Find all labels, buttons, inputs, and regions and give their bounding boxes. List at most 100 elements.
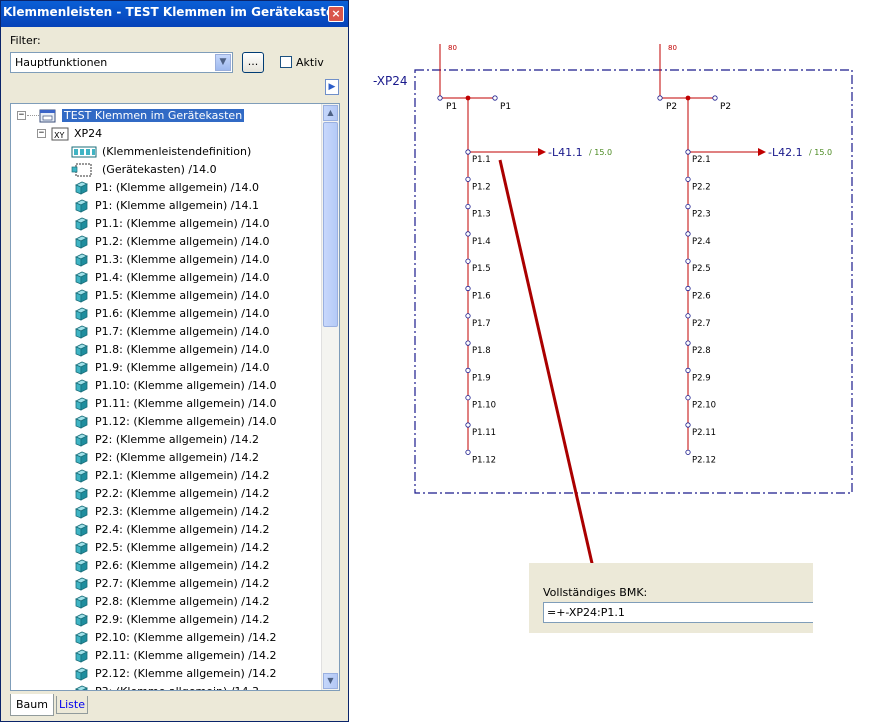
scroll-up-button[interactable]: ▲: [323, 105, 338, 121]
tree-row[interactable]: P1.7: (Klemme allgemein) /14.0: [11, 323, 323, 341]
tree-row[interactable]: − TEST Klemmen im Gerätekasten: [11, 107, 323, 125]
tree-row[interactable]: P1.10: (Klemme allgemein) /14.0: [11, 377, 323, 395]
tree-row[interactable]: P2.1: (Klemme allgemein) /14.2: [11, 467, 323, 485]
terminal-strips-window: Klemmenleisten - TEST Klemmen im Gerätek…: [0, 0, 349, 722]
tree-row[interactable]: P2.9: (Klemme allgemein) /14.2: [11, 611, 323, 629]
terminal-icon: [73, 288, 89, 304]
tree-row[interactable]: (Klemmenleistendefinition): [11, 143, 323, 161]
tree-row[interactable]: P3: (Klemme allgemein) /14.3: [11, 683, 323, 690]
tree-row-label: XP24: [74, 127, 103, 140]
terminal-node: [465, 449, 471, 455]
collapse-toggle[interactable]: −: [17, 111, 26, 120]
terminal-node: [437, 95, 443, 101]
filter-browse-button[interactable]: ...: [242, 52, 264, 73]
terminal-node: [685, 204, 691, 210]
terminal-label: P2.8: [692, 346, 711, 356]
tree-row[interactable]: − XY XP24: [11, 125, 323, 143]
header-right-label: P1: [500, 102, 511, 112]
chevron-down-icon[interactable]: ▼: [215, 54, 231, 71]
filter-label: Filter:: [10, 34, 41, 47]
terminal-node: [465, 313, 471, 319]
tree-row[interactable]: P2.12: (Klemme allgemein) /14.2: [11, 665, 323, 683]
tree-row-label: P1.2: (Klemme allgemein) /14.0: [95, 235, 270, 248]
tree-row[interactable]: P1.4: (Klemme allgemein) /14.0: [11, 269, 323, 287]
expand-panel-button[interactable]: ▶: [325, 79, 339, 95]
terminal-label: P2.9: [692, 373, 711, 383]
scroll-thumb[interactable]: [323, 122, 338, 327]
klemmenleistendefinition-icon: [71, 144, 97, 160]
link-label: -L41.1: [548, 146, 583, 159]
terminal-icon: [73, 216, 89, 232]
terminal-icon: [73, 234, 89, 250]
terminal-icon: [73, 468, 89, 484]
tree-row-label: P2.12: (Klemme allgemein) /14.2: [95, 667, 277, 680]
tree-row[interactable]: P2.2: (Klemme allgemein) /14.2: [11, 485, 323, 503]
tree-row-label: P3: (Klemme allgemein) /14.3: [95, 685, 259, 690]
terminal-label: P1.11: [472, 428, 496, 438]
close-button[interactable]: ×: [328, 6, 344, 22]
tree-row[interactable]: P2: (Klemme allgemein) /14.2: [11, 431, 323, 449]
tree-row-label: P2.10: (Klemme allgemein) /14.2: [95, 631, 277, 644]
tree-row-label: P2.1: (Klemme allgemein) /14.2: [95, 469, 270, 482]
bmk-field[interactable]: =+-XP24:P1.1: [543, 602, 813, 623]
tree-row[interactable]: P1.11: (Klemme allgemein) /14.0: [11, 395, 323, 413]
gerätekasten-icon: [39, 108, 56, 124]
tree-row-label: P2.11: (Klemme allgemein) /14.2: [95, 649, 277, 662]
terminal-tree[interactable]: − TEST Klemmen im Gerätekasten − XY XP24 (Kle…: [10, 103, 340, 691]
tree-row[interactable]: P2.4: (Klemme allgemein) /14.2: [11, 521, 323, 539]
terminal-icon: [73, 486, 89, 502]
aktiv-checkbox[interactable]: [280, 56, 292, 68]
tree-row[interactable]: P2.3: (Klemme allgemein) /14.2: [11, 503, 323, 521]
tree-row[interactable]: P1.2: (Klemme allgemein) /14.0: [11, 233, 323, 251]
tree-row[interactable]: P1: (Klemme allgemein) /14.1: [11, 197, 323, 215]
tab-liste[interactable]: Liste: [56, 696, 88, 714]
filter-dropdown[interactable]: Hauptfunktionen ▼: [10, 52, 233, 73]
collapse-toggle[interactable]: −: [37, 129, 46, 138]
tree-row[interactable]: P2.6: (Klemme allgemein) /14.2: [11, 557, 323, 575]
terminal-icon: [73, 612, 89, 628]
tree-row[interactable]: P2: (Klemme allgemein) /14.2: [11, 449, 323, 467]
tree-row[interactable]: P1.5: (Klemme allgemein) /14.0: [11, 287, 323, 305]
aktiv-label: Aktiv: [296, 56, 324, 69]
scroll-down-button[interactable]: ▼: [323, 673, 338, 689]
bmk-panel: Vollständiges BMK: =+-XP24:P1.1: [529, 563, 813, 633]
tree-row[interactable]: P1.3: (Klemme allgemein) /14.0: [11, 251, 323, 269]
terminal-label: P1.5: [472, 264, 491, 274]
device-box-label: -XP24: [373, 74, 407, 88]
tree-row[interactable]: P1.6: (Klemme allgemein) /14.0: [11, 305, 323, 323]
tree-row[interactable]: P1.12: (Klemme allgemein) /14.0: [11, 413, 323, 431]
terminal-node: [657, 95, 663, 101]
tree-row[interactable]: P2.7: (Klemme allgemein) /14.2: [11, 575, 323, 593]
tree-scrollbar[interactable]: ▲ ▼: [321, 104, 339, 690]
tree-row[interactable]: P1: (Klemme allgemein) /14.0: [11, 179, 323, 197]
tree-row[interactable]: P2.11: (Klemme allgemein) /14.2: [11, 647, 323, 665]
terminal-node: [685, 285, 691, 292]
header-left-label: P1: [446, 102, 457, 112]
terminal-icon: [73, 666, 89, 682]
tree-row[interactable]: P1.9: (Klemme allgemein) /14.0: [11, 359, 323, 377]
tree-row-label: P2.3: (Klemme allgemein) /14.2: [95, 505, 270, 518]
tree-row-label: P2.9: (Klemme allgemein) /14.2: [95, 613, 270, 626]
terminal-icon: [73, 180, 89, 196]
tree-row[interactable]: P1.8: (Klemme allgemein) /14.0: [11, 341, 323, 359]
tree-row[interactable]: P2.8: (Klemme allgemein) /14.2: [11, 593, 323, 611]
tree-row[interactable]: P1.1: (Klemme allgemein) /14.0: [11, 215, 323, 233]
tree-row-label: P2.6: (Klemme allgemein) /14.2: [95, 559, 270, 572]
stub-label: 80: [448, 44, 457, 52]
window-title: Klemmenleisten - TEST Klemmen im Gerätek…: [3, 5, 343, 19]
tree-row[interactable]: P2.5: (Klemme allgemein) /14.2: [11, 539, 323, 557]
terminal-node: [465, 422, 471, 428]
bmk-value: =+-XP24:P1.1: [547, 606, 625, 619]
terminal-icon: [73, 396, 89, 412]
terminal-label: P1.10: [472, 401, 496, 411]
terminal-label: P1.12: [472, 455, 496, 465]
terminal-node: [685, 258, 691, 264]
terminal-label: P1.6: [472, 292, 491, 302]
tree-row[interactable]: (Gerätekasten) /14.0: [11, 161, 323, 179]
window-titlebar[interactable]: Klemmenleisten - TEST Klemmen im Gerätek…: [1, 1, 348, 27]
terminal-node: [685, 422, 691, 428]
tree-row-label: TEST Klemmen im Gerätekasten: [62, 109, 245, 122]
tree-row[interactable]: P2.10: (Klemme allgemein) /14.2: [11, 629, 323, 647]
filter-value: Hauptfunktionen: [15, 56, 108, 69]
tab-baum[interactable]: Baum: [10, 694, 54, 716]
